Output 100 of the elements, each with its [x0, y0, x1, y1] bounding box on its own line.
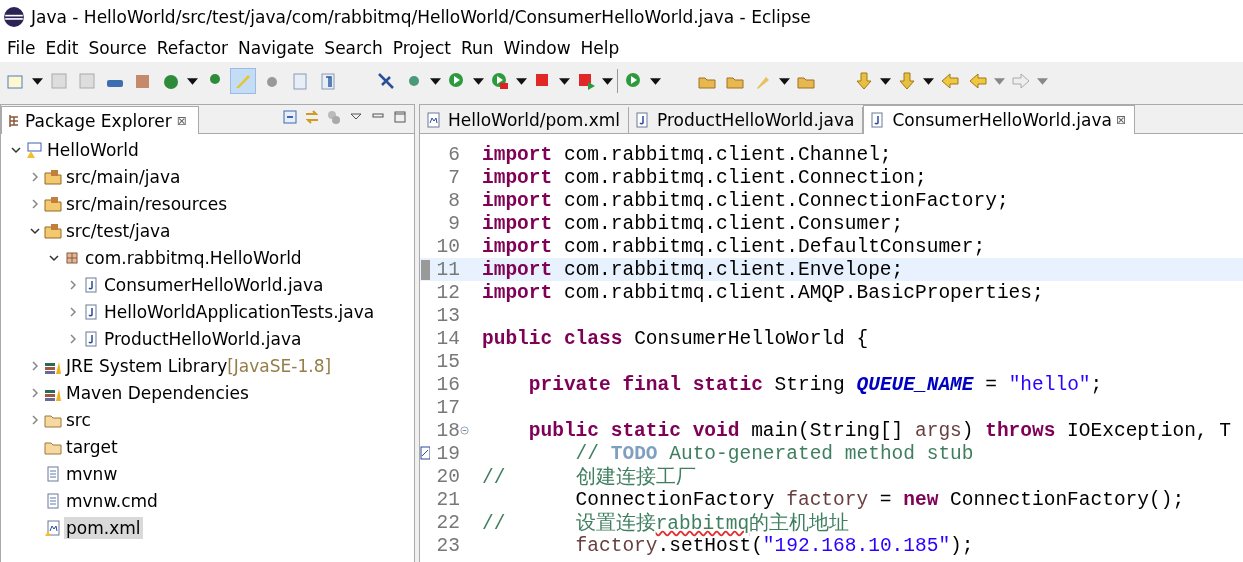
tree-item[interactable]: JRE System Library[JavaSE-1.8]	[64, 354, 334, 377]
maximize-icon[interactable]	[392, 109, 408, 125]
expanded-chevron-icon[interactable]	[11, 144, 21, 155]
package-folder-icon	[44, 221, 62, 240]
code-line: import com.rabbitmq.client.DefaultConsumer;	[481, 235, 986, 258]
dropdown-arrow-icon[interactable]	[473, 77, 484, 85]
line-number: 9	[447, 212, 460, 235]
line-number: 6	[447, 143, 460, 166]
code-line: // TODO Auto-generated method stub	[574, 442, 974, 465]
tree-item[interactable]: mvnw	[64, 462, 120, 485]
menu-item[interactable]: Navigate	[235, 38, 319, 58]
dropdown-arrow-icon[interactable]	[430, 77, 441, 85]
code-line: ConnectionFactory factory = new ConnectionFactory();	[574, 488, 1185, 511]
code-line: import com.rabbitmq.client.Connection;	[481, 166, 927, 189]
code-line: factory.setHost("192.168.10.185");	[574, 534, 974, 557]
line-number: 17	[435, 396, 460, 419]
expanded-chevron-icon[interactable]	[30, 225, 40, 236]
collapsed-chevron-icon[interactable]	[68, 279, 78, 290]
package-folder-icon	[44, 167, 62, 186]
change-marker-icon	[420, 259, 430, 280]
tree-item[interactable]: Maven Dependencies	[64, 381, 251, 404]
view-title: Package Explorer	[25, 110, 172, 131]
line-number: 19	[435, 442, 460, 465]
tree-item[interactable]: src/test/java	[64, 219, 173, 242]
dropdown-arrow-icon[interactable]	[779, 77, 790, 85]
tree-item[interactable]: mvnw.cmd	[64, 489, 160, 512]
collapsed-chevron-icon[interactable]	[30, 387, 40, 398]
menu-item[interactable]: Source	[85, 38, 151, 58]
line-number: 7	[447, 166, 460, 189]
xml-file-icon	[424, 111, 442, 129]
collapsed-chevron-icon[interactable]	[30, 360, 40, 371]
text-file-icon	[44, 464, 62, 483]
collapsed-chevron-icon[interactable]	[68, 306, 78, 317]
project-icon	[25, 140, 43, 159]
dropdown-arrow-icon[interactable]	[650, 77, 661, 85]
tree-item[interactable]: pom.xml	[64, 516, 143, 539]
expanded-chevron-icon[interactable]	[49, 252, 59, 263]
menu-item[interactable]: Run	[457, 38, 498, 58]
line-number: 13	[435, 304, 460, 327]
line-number: 10	[435, 235, 460, 258]
tree-item[interactable]: target	[64, 435, 120, 458]
menu-item[interactable]: Help	[577, 38, 624, 58]
filter-icon[interactable]	[326, 109, 342, 125]
tree-item[interactable]: HelloWorldApplicationTests.java	[102, 300, 377, 323]
text-file-icon	[44, 491, 62, 510]
collapsed-chevron-icon[interactable]	[30, 198, 40, 209]
package-explorer-icon	[8, 113, 20, 128]
eclipse-icon	[3, 6, 25, 28]
line-number: 21	[435, 488, 460, 511]
code-line: // 设置连接rabbitmq的主机地址	[481, 511, 850, 536]
close-icon[interactable]: ⊠	[176, 113, 187, 128]
code-line: // 创建连接工厂	[481, 465, 696, 490]
tree-item[interactable]: src/main/java	[64, 165, 183, 188]
tree-item[interactable]: com.rabbitmq.HelloWorld	[83, 246, 304, 269]
line-number: 22	[435, 511, 460, 534]
code-line: import com.rabbitmq.client.Consumer;	[481, 212, 904, 235]
collapsed-chevron-icon[interactable]	[30, 414, 40, 425]
line-number: 11	[435, 258, 460, 281]
line-number: 20	[435, 465, 460, 488]
tree-item[interactable]: ProductHelloWorld.java	[102, 327, 304, 350]
menu-item[interactable]: Window	[500, 38, 575, 58]
code-line: public static void main(String[] args) throws IOException, T	[527, 419, 1231, 442]
menu-item[interactable]: File	[4, 38, 40, 58]
dropdown-arrow-icon[interactable]	[32, 77, 43, 85]
menu-item[interactable]: Project	[389, 38, 455, 58]
xml-file-icon	[44, 518, 62, 537]
menu-item[interactable]: Search	[321, 38, 387, 58]
collapse-all-icon[interactable]	[282, 109, 298, 125]
view-tab[interactable]: Package Explorer ⊠	[1, 106, 199, 134]
line-number: 16	[435, 373, 460, 396]
line-number: 15	[435, 350, 460, 373]
dropdown-arrow-icon[interactable]	[516, 77, 527, 85]
tree-item[interactable]: src	[64, 408, 93, 431]
java-file-icon	[82, 302, 100, 321]
code-line: public class ConsumerHelloWorld {	[481, 327, 869, 350]
link-arrows-icon[interactable]	[304, 109, 320, 125]
editor-tab[interactable]: ConsumerHelloWorld.java ⊠	[863, 105, 1135, 134]
collapsed-chevron-icon[interactable]	[30, 171, 40, 182]
code-line: import com.rabbitmq.client.ConnectionFactory;	[481, 189, 1009, 212]
line-number: 23	[435, 534, 460, 557]
java-file-icon	[82, 275, 100, 294]
line-number: 14	[435, 327, 460, 350]
line-number: 8	[447, 189, 460, 212]
tree-item[interactable]: HelloWorld	[45, 138, 141, 161]
collapsed-chevron-icon[interactable]	[68, 333, 78, 344]
dropdown-arrow-icon[interactable]	[923, 77, 934, 85]
window-title: Java - HelloWorld/src/test/java/com/rabbitmq/HelloWorld/ConsumerHelloWorld.java - Eclipse	[31, 7, 811, 27]
line-number: 18	[435, 419, 460, 442]
dropdown-arrow-icon[interactable]	[880, 77, 891, 85]
code-line: import com.rabbitmq.client.AMQP.BasicProperties;	[481, 281, 1044, 304]
dropdown-arrow-icon[interactable]	[559, 77, 570, 85]
fold-minus-icon[interactable]	[460, 426, 469, 435]
dropdown-arrow-icon[interactable]	[187, 77, 198, 85]
tree-item[interactable]: ConsumerHelloWorld.java	[102, 273, 326, 296]
menu-item[interactable]: Edit	[42, 38, 83, 58]
dropdown-arrow-icon[interactable]	[602, 77, 613, 85]
code-line: import com.rabbitmq.client.Envelope;	[481, 258, 904, 281]
tree-item[interactable]: src/main/resources	[64, 192, 230, 215]
java-file-icon	[82, 329, 100, 348]
menu-item[interactable]: Refactor	[153, 38, 233, 58]
